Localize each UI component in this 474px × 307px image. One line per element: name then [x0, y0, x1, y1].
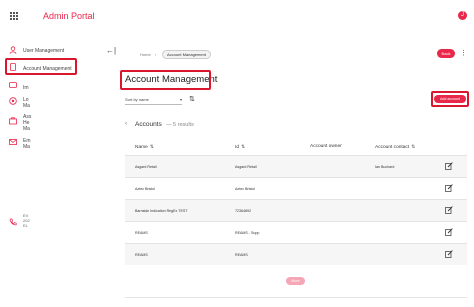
column-header-name[interactable]: Name ⇅	[135, 144, 154, 150]
cell-name: REAMS	[135, 231, 148, 235]
location-icon	[9, 97, 17, 105]
table-row[interactable]: Asgard Retail Asgard Retail Ian Buchard	[125, 155, 467, 177]
load-more-button[interactable]: More	[286, 277, 305, 285]
edit-icon[interactable]	[445, 162, 453, 170]
breadcrumb-home[interactable]: Home	[140, 52, 151, 57]
highlight-page-title	[120, 70, 211, 90]
sidebar-item-lo[interactable]: Lo Ma	[23, 97, 30, 109]
sort-icon: ⇅	[241, 144, 246, 150]
highlight-add-account	[431, 91, 469, 107]
edit-icon[interactable]	[445, 250, 453, 258]
sidebar-item-ass[interactable]: Ass He Ma	[23, 114, 31, 132]
cell-name: Asgard Retail	[135, 165, 157, 169]
email-icon	[9, 139, 17, 145]
column-header-owner: Account owner	[310, 144, 342, 149]
cell-id: REAMS	[235, 253, 248, 257]
avatar[interactable]: J	[458, 11, 467, 20]
column-header-id[interactable]: Id ⇅	[235, 144, 245, 150]
sidebar-item-user-management[interactable]: User Management	[23, 48, 64, 54]
table-row[interactable]: REAMS REAMS - Supp	[125, 221, 467, 243]
sort-select[interactable]: Sort by name ▾	[125, 97, 182, 105]
table-row[interactable]: REAMS REAMS	[125, 243, 467, 265]
result-count: — 5 results	[166, 122, 194, 128]
back-button[interactable]: Back	[437, 49, 455, 58]
edit-icon[interactable]	[445, 206, 453, 214]
chevron-down-icon: ▾	[179, 97, 182, 102]
highlight-sidebar-account	[5, 58, 77, 75]
sort-icon: ⇅	[149, 144, 154, 150]
app-launcher-icon[interactable]	[10, 12, 18, 20]
cell-id: 72364892	[235, 209, 251, 213]
import-icon	[9, 82, 17, 88]
more-options-icon[interactable]: ⋮	[460, 49, 467, 58]
cell-name: Barnside Indication RegEx TEST	[135, 209, 188, 213]
sidebar-item-im[interactable]: Im	[23, 85, 29, 91]
sidebar-footer: EV 202 EL	[23, 213, 30, 228]
edit-icon[interactable]	[445, 184, 453, 192]
phone-icon	[9, 218, 17, 226]
cell-id: Aztec Bristol	[235, 187, 255, 191]
cell-id: Asgard Retail	[235, 165, 257, 169]
edit-icon[interactable]	[445, 228, 453, 236]
table-row[interactable]: Barnside Indication RegEx TEST 72364892	[125, 199, 467, 221]
user-icon	[9, 46, 17, 54]
cell-name: Aztec Bristol	[135, 187, 155, 191]
asset-icon	[9, 117, 17, 125]
sort-select-value: Sort by name	[125, 97, 149, 102]
cell-contact: Ian Buchard	[375, 165, 395, 169]
section-title: Accounts	[135, 121, 162, 128]
breadcrumb-separator: ›	[155, 52, 157, 57]
sort-direction-icon[interactable]: ⇅	[189, 95, 195, 103]
collapse-sidebar-icon[interactable]: ←|	[106, 46, 116, 55]
table-row[interactable]: Aztec Bristol Aztec Bristol	[125, 177, 467, 199]
collapse-section-icon[interactable]: ‹	[125, 121, 127, 127]
sort-icon: ⇅	[411, 144, 416, 150]
cell-id: REAMS - Supp	[235, 231, 260, 235]
cell-name: REAMS	[135, 253, 148, 257]
app-title: Admin Portal	[43, 11, 95, 21]
breadcrumb-current: Account Management	[162, 50, 211, 59]
sidebar-item-em[interactable]: Em Ma	[23, 138, 31, 150]
divider	[125, 297, 467, 298]
column-header-contact[interactable]: Account contact ⇅	[375, 144, 415, 150]
